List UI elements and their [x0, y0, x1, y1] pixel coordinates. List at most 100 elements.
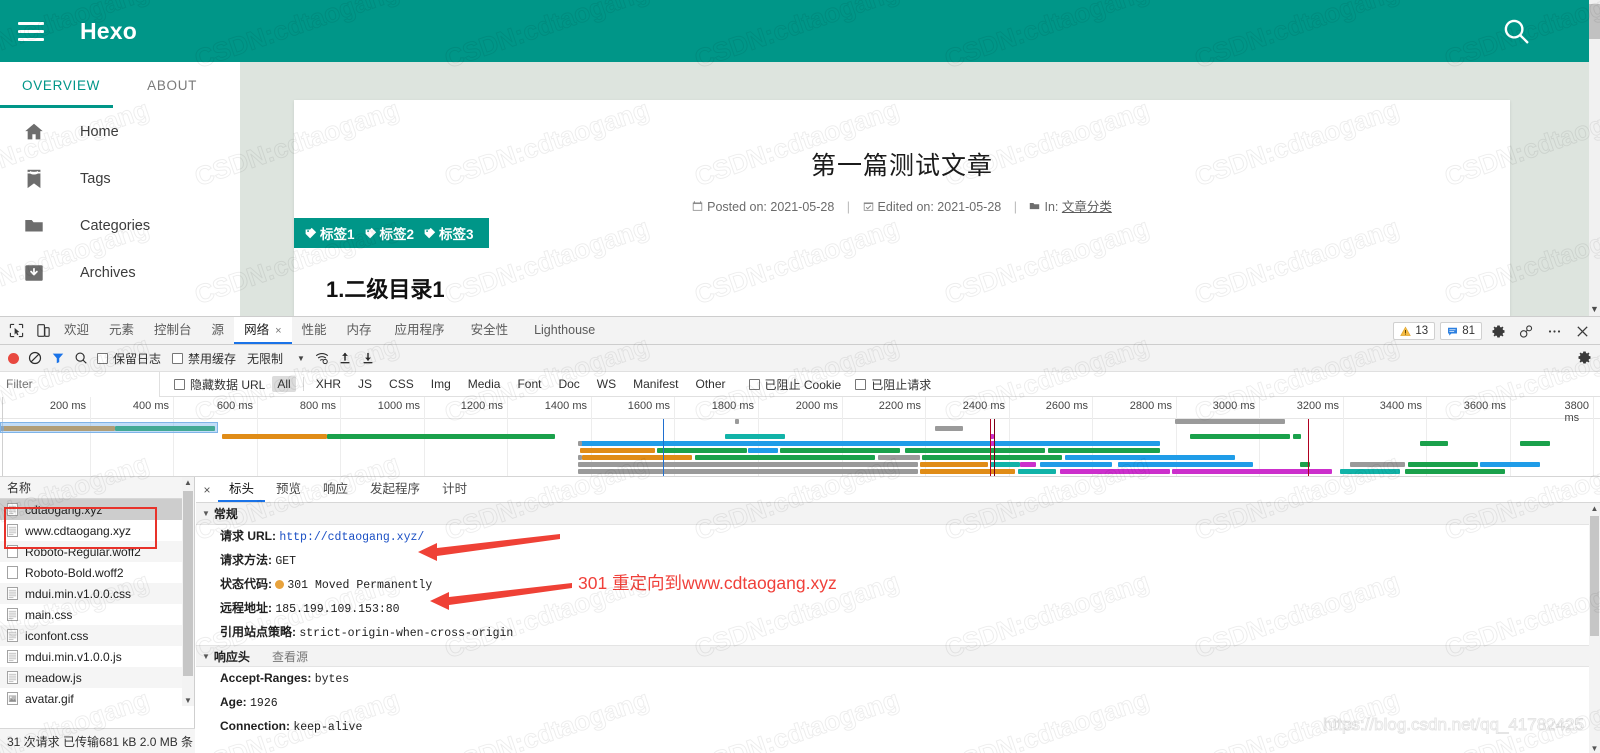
- request-list-item[interactable]: iconfont.css: [0, 625, 194, 646]
- page-scrollbar-thumb[interactable]: [1589, 4, 1600, 39]
- request-list-item[interactable]: www.cdtaogang.xyz: [0, 520, 194, 541]
- settings-gear-icon[interactable]: [1486, 319, 1510, 343]
- detail-key: 远程地址:: [220, 601, 272, 615]
- record-stop-icon[interactable]: [8, 352, 19, 364]
- filter-funnel-icon[interactable]: [51, 351, 65, 365]
- inspect-element-icon[interactable]: [5, 320, 27, 342]
- message-count-badge[interactable]: 81: [1440, 322, 1482, 340]
- tab-overview[interactable]: OVERVIEW: [22, 78, 100, 93]
- scroll-up-arrow-icon[interactable]: ▲: [182, 478, 194, 487]
- request-list-scrollbar[interactable]: ▲ ▼: [182, 477, 194, 706]
- clear-icon[interactable]: [28, 351, 42, 365]
- timeline-request-bar: [748, 448, 778, 453]
- post-tag[interactable]: 标签2: [364, 223, 414, 243]
- post-tag[interactable]: 标签3: [423, 223, 474, 243]
- detail-tab-initiator[interactable]: 发起程序: [359, 477, 431, 502]
- timeline-selection-box[interactable]: [0, 422, 218, 433]
- hamburger-icon[interactable]: [18, 21, 44, 41]
- sidebar-item-categories[interactable]: Categories: [0, 202, 240, 249]
- filter-type-doc[interactable]: Doc: [553, 376, 584, 392]
- filter-input[interactable]: [0, 371, 160, 397]
- post-tag[interactable]: 标签1: [304, 223, 355, 243]
- network-overview-timeline[interactable]: 200 ms 400 ms 600 ms 800 ms 1000 ms 1200 ms 14…: [0, 397, 1600, 477]
- detail-tab-timing[interactable]: 计时: [431, 477, 478, 502]
- tab-memory[interactable]: 内存: [337, 317, 382, 344]
- tab-lighthouse[interactable]: Lighthouse: [521, 317, 608, 344]
- export-har-icon[interactable]: [361, 351, 375, 365]
- network-settings-gear-icon[interactable]: [1577, 350, 1592, 370]
- filter-type-css[interactable]: CSS: [384, 376, 419, 392]
- devtools-tabbar: 欢迎 元素 控制台 源 网络 × 性能 内存 应用程序 安全性 Lighthous…: [0, 317, 1600, 345]
- scroll-down-arrow-icon[interactable]: ▼: [182, 696, 194, 705]
- filter-type-ws[interactable]: WS: [592, 376, 621, 392]
- detail-scrollbar-thumb[interactable]: [1590, 516, 1599, 636]
- view-source-link[interactable]: 查看源: [272, 648, 308, 665]
- detail-tab-preview[interactable]: 预览: [265, 477, 312, 502]
- detail-scrollbar[interactable]: ▲ ▼: [1589, 503, 1600, 753]
- detail-row: Accept-Ranges: bytes: [196, 667, 1600, 691]
- post-category-link[interactable]: 文章分类: [1062, 200, 1112, 214]
- request-list-item[interactable]: mdui.min.v1.0.0.js: [0, 646, 194, 667]
- timeline-request-bar: [222, 434, 327, 439]
- filter-type-img[interactable]: Img: [426, 376, 456, 392]
- request-list-item[interactable]: avatar.gif: [0, 688, 194, 709]
- tab-console[interactable]: 控制台: [144, 317, 202, 344]
- detail-tab-response[interactable]: 响应: [312, 477, 359, 502]
- network-conditions-icon[interactable]: [315, 351, 329, 365]
- scroll-down-arrow-icon[interactable]: ▼: [1589, 304, 1600, 314]
- timeline-tick-label: 400 ms: [132, 400, 169, 412]
- general-section-header[interactable]: ▼ 常规: [196, 503, 1600, 525]
- page-scrollbar[interactable]: ▼: [1589, 0, 1600, 316]
- close-devtools-icon[interactable]: [1570, 319, 1594, 343]
- search-icon[interactable]: [74, 351, 88, 365]
- preserve-log-checkbox[interactable]: 保留日志: [97, 350, 161, 367]
- blocked-cookies-checkbox[interactable]: 已阻止 Cookie: [748, 376, 841, 393]
- tab-welcome[interactable]: 欢迎: [54, 317, 99, 344]
- filter-type-js[interactable]: JS: [353, 376, 377, 392]
- tab-security[interactable]: 安全性: [458, 317, 522, 344]
- import-har-icon[interactable]: [338, 351, 352, 365]
- tab-about[interactable]: ABOUT: [147, 78, 197, 93]
- sidebar-item-archives[interactable]: Archives: [0, 249, 240, 296]
- request-name: mdui.min.v1.0.0.css: [25, 586, 132, 601]
- sidebar-item-home[interactable]: Home: [0, 108, 240, 155]
- tab-network[interactable]: 网络 ×: [234, 317, 292, 344]
- request-list-item[interactable]: meadow.js: [0, 667, 194, 688]
- response-headers-section-header[interactable]: ▼ 响应头 查看源: [196, 645, 1600, 667]
- disable-cache-checkbox[interactable]: 禁用缓存: [172, 350, 236, 367]
- filter-type-media[interactable]: Media: [463, 376, 506, 392]
- folder-small-icon: [1029, 200, 1040, 212]
- filter-type-all[interactable]: All: [272, 376, 296, 392]
- customize-devtools-icon[interactable]: [1514, 319, 1538, 343]
- request-column-header[interactable]: 名称: [0, 477, 194, 499]
- tab-elements[interactable]: 元素: [99, 317, 144, 344]
- filter-type-xhr[interactable]: XHR: [311, 376, 346, 392]
- tab-sources[interactable]: 源: [202, 317, 235, 344]
- request-list-item[interactable]: main.css: [0, 604, 194, 625]
- detail-tab-headers[interactable]: 标头: [218, 477, 266, 502]
- request-list-item[interactable]: Roboto-Bold.woff2: [0, 562, 194, 583]
- request-list-item[interactable]: Roboto-Regular.woff2: [0, 541, 194, 562]
- hide-data-urls-checkbox[interactable]: 隐藏数据 URL: [174, 376, 265, 393]
- scroll-down-arrow-icon[interactable]: ▼: [1589, 744, 1600, 753]
- filter-type-font[interactable]: Font: [512, 376, 546, 392]
- tab-performance[interactable]: 性能: [292, 317, 337, 344]
- blocked-requests-checkbox[interactable]: 已阻止请求: [855, 376, 931, 393]
- request-list[interactable]: cdtaogang.xyz www.cdtaogang.xyz Roboto-Reg…: [0, 499, 194, 728]
- scroll-up-arrow-icon[interactable]: ▲: [1589, 504, 1600, 513]
- request-list-item[interactable]: mdui.min.v1.0.0.css: [0, 583, 194, 604]
- search-icon[interactable]: [1501, 16, 1531, 46]
- more-options-icon[interactable]: [1542, 319, 1566, 343]
- warning-count-badge[interactable]: 13: [1393, 322, 1436, 340]
- tab-application[interactable]: 应用程序: [382, 317, 458, 344]
- request-list-item[interactable]: cdtaogang.xyz: [0, 499, 194, 520]
- tab-network-close-icon[interactable]: ×: [275, 325, 281, 337]
- detail-value[interactable]: http://cdtaogang.xyz/: [279, 531, 424, 544]
- sidebar-item-tags[interactable]: Tags: [0, 155, 240, 202]
- filter-type-manifest[interactable]: Manifest: [628, 376, 683, 392]
- request-list-scrollbar-thumb[interactable]: [183, 491, 193, 676]
- detail-close-icon[interactable]: ×: [196, 483, 218, 497]
- filter-type-other[interactable]: Other: [691, 376, 731, 392]
- throttling-dropdown[interactable]: 无限制 ▼: [247, 350, 305, 367]
- device-toolbar-icon[interactable]: [32, 320, 54, 342]
